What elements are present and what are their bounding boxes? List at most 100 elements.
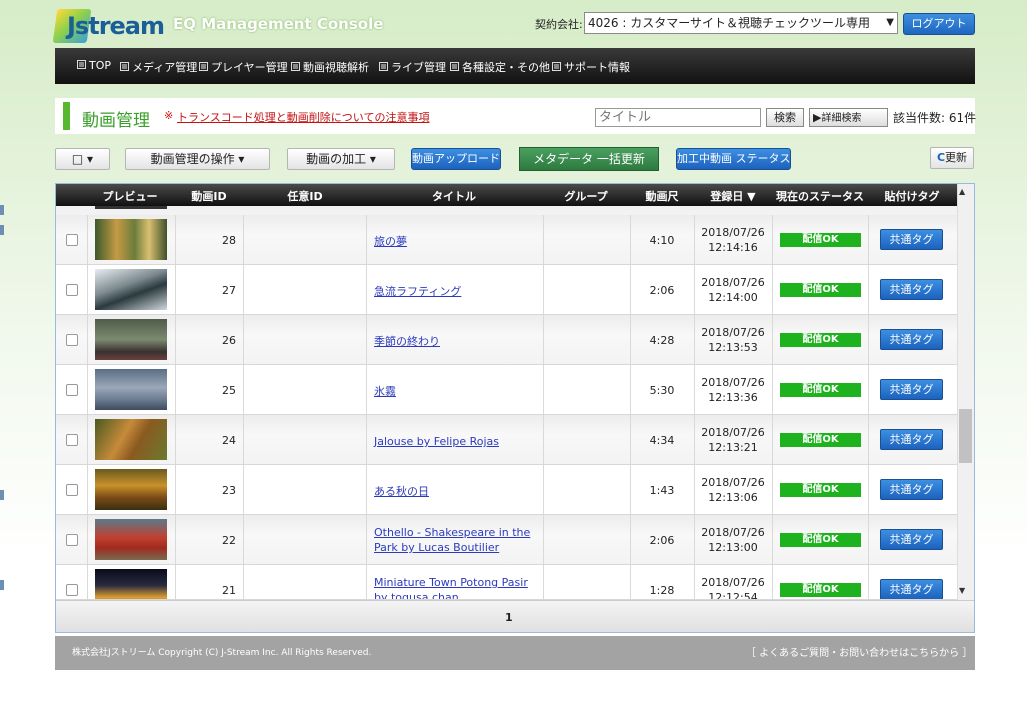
video-duration: 4:28 bbox=[649, 334, 675, 347]
nav-item-analytics[interactable]: 動画視聴解析 bbox=[291, 59, 369, 75]
footer-help-link[interactable]: ［ よくあるご質問・お問い合わせはこちらから ］ bbox=[746, 644, 972, 659]
logout-button[interactable]: ログアウト bbox=[903, 13, 975, 35]
embed-tag-button[interactable]: 共通タグ bbox=[880, 529, 943, 550]
video-title-link[interactable]: Othello - Shakespeare in the Park by Luc… bbox=[374, 525, 539, 555]
registered-time: 12:12:54 bbox=[708, 591, 758, 600]
col-video-id[interactable]: 動画ID bbox=[176, 188, 242, 204]
column-divider bbox=[543, 465, 544, 514]
nav-item-media[interactable]: メディア管理 bbox=[120, 59, 197, 75]
row-checkbox[interactable] bbox=[66, 434, 78, 446]
registered-date: 2018/07/26 bbox=[701, 526, 765, 539]
table-row-partial bbox=[56, 206, 957, 215]
contract-select-value: 4026 : カスタマーサイト＆視聴チェックツール専用 bbox=[588, 16, 870, 30]
status-badge: 配信OK bbox=[780, 433, 861, 447]
registered-time: 12:13:53 bbox=[708, 341, 758, 354]
table-scrollbar[interactable] bbox=[957, 184, 974, 600]
status-badge: 配信OK bbox=[780, 333, 861, 347]
column-divider bbox=[366, 415, 367, 464]
scroll-up-icon[interactable]: ▲ bbox=[959, 187, 965, 196]
col-status[interactable]: 現在のステータス bbox=[772, 188, 868, 204]
nav-item-label: 各種設定・その他 bbox=[462, 61, 550, 74]
background-window-edge bbox=[0, 205, 4, 215]
registered-time: 12:13:21 bbox=[708, 441, 758, 454]
embed-tag-button[interactable]: 共通タグ bbox=[880, 579, 943, 599]
video-thumbnail[interactable] bbox=[95, 319, 167, 360]
notice-link[interactable]: トランスコード処理と動画削除についての注意事項 bbox=[177, 109, 429, 125]
col-title[interactable]: タイトル bbox=[366, 188, 542, 204]
nav-item-label: 動画視聴解析 bbox=[303, 61, 369, 74]
column-divider bbox=[868, 265, 869, 314]
video-title-link[interactable]: 旅の夢 bbox=[374, 234, 539, 249]
status-badge: 配信OK bbox=[780, 233, 861, 247]
row-checkbox[interactable] bbox=[66, 284, 78, 296]
video-title-link[interactable]: 氷霧 bbox=[374, 384, 539, 399]
video-thumbnail[interactable] bbox=[95, 369, 167, 410]
row-checkbox[interactable] bbox=[66, 384, 78, 396]
advanced-search-button[interactable]: ▶詳細検索 bbox=[809, 108, 888, 127]
upload-button[interactable]: 動画アップロード bbox=[411, 148, 501, 170]
row-checkbox[interactable] bbox=[66, 334, 78, 346]
video-title-link[interactable]: Jalouse by Felipe Rojas bbox=[374, 434, 539, 449]
column-divider bbox=[366, 465, 367, 514]
select-menu-button[interactable]: □ ▾ bbox=[55, 148, 110, 170]
video-title-link[interactable]: Miniature Town Potong Pasir by toqusa ch… bbox=[374, 575, 539, 599]
registered-datetime: 2018/07/26 12:12:54 bbox=[694, 575, 772, 600]
embed-tag-button[interactable]: 共通タグ bbox=[880, 329, 943, 350]
video-thumbnail[interactable] bbox=[95, 419, 167, 460]
column-divider bbox=[543, 315, 544, 364]
dropdown-arrow-icon: ▼ bbox=[886, 17, 894, 28]
nav-item-player[interactable]: プレイヤー管理 bbox=[199, 59, 288, 75]
search-button[interactable]: 検索 bbox=[766, 108, 804, 127]
row-checkbox[interactable] bbox=[66, 584, 78, 596]
video-title-link[interactable]: 急流ラフティング bbox=[374, 284, 539, 299]
embed-tag-button[interactable]: 共通タグ bbox=[880, 379, 943, 400]
scroll-down-icon[interactable]: ▼ bbox=[959, 586, 965, 595]
video-title-link[interactable]: ある秋の日 bbox=[374, 484, 539, 499]
registered-datetime: 2018/07/26 12:13:21 bbox=[694, 425, 772, 455]
registered-date: 2018/07/26 bbox=[701, 276, 765, 289]
col-registered[interactable]: 登録日 ▼ bbox=[694, 188, 772, 204]
column-divider bbox=[87, 415, 88, 464]
scroll-thumb[interactable] bbox=[959, 409, 972, 463]
processing-status-button[interactable]: 加工中動画 ステータス bbox=[676, 148, 791, 170]
row-checkbox[interactable] bbox=[66, 534, 78, 546]
col-embed-tag[interactable]: 貼付けタグ bbox=[868, 188, 956, 204]
table-row: 22 Othello - Shakespeare in the Park by L… bbox=[56, 515, 957, 565]
nav-item-live[interactable]: ライブ管理 bbox=[379, 59, 446, 75]
nav-item-top[interactable]: TOP bbox=[77, 59, 111, 72]
refresh-button[interactable]: C更新 bbox=[930, 147, 974, 169]
column-divider bbox=[366, 365, 367, 414]
column-divider bbox=[366, 515, 367, 564]
background-window-edge bbox=[0, 490, 4, 500]
nav-item-support[interactable]: サポート情報 bbox=[552, 59, 630, 75]
title-search-input[interactable] bbox=[595, 108, 761, 127]
metadata-bulk-update-button[interactable]: メタデータ 一括更新 bbox=[519, 147, 659, 171]
col-custom-id[interactable]: 任意ID bbox=[244, 188, 366, 204]
col-group[interactable]: グループ bbox=[543, 188, 629, 204]
background-window-edge bbox=[0, 225, 4, 235]
column-divider bbox=[772, 365, 773, 414]
video-thumbnail[interactable] bbox=[95, 269, 167, 310]
title-accent-bar bbox=[63, 102, 70, 130]
contract-select[interactable]: 4026 : カスタマーサイト＆視聴チェックツール専用 ▼ bbox=[584, 12, 898, 34]
video-thumbnail[interactable] bbox=[95, 519, 167, 560]
embed-tag-button[interactable]: 共通タグ bbox=[880, 429, 943, 450]
notice-mark: ※ bbox=[164, 109, 174, 122]
video-thumbnail[interactable] bbox=[95, 569, 167, 599]
row-checkbox[interactable] bbox=[66, 234, 78, 246]
embed-tag-button[interactable]: 共通タグ bbox=[880, 479, 943, 500]
nav-item-settings[interactable]: 各種設定・その他 bbox=[450, 59, 550, 75]
col-duration[interactable]: 動画尺 bbox=[631, 188, 693, 204]
column-divider bbox=[243, 265, 244, 314]
video-thumbnail[interactable] bbox=[95, 219, 167, 260]
video-thumbnail[interactable] bbox=[95, 469, 167, 510]
video-duration: 5:30 bbox=[649, 384, 675, 397]
embed-tag-button[interactable]: 共通タグ bbox=[880, 229, 943, 250]
embed-tag-button[interactable]: 共通タグ bbox=[880, 279, 943, 300]
row-checkbox[interactable] bbox=[66, 484, 78, 496]
operations-menu-button[interactable]: 動画管理の操作 ▾ bbox=[125, 148, 270, 170]
video-title-link[interactable]: 季節の終わり bbox=[374, 334, 539, 349]
page-number-current[interactable]: 1 bbox=[505, 611, 513, 624]
processing-menu-button[interactable]: 動画の加工 ▾ bbox=[287, 148, 395, 170]
col-preview[interactable]: プレビュー bbox=[88, 188, 172, 204]
